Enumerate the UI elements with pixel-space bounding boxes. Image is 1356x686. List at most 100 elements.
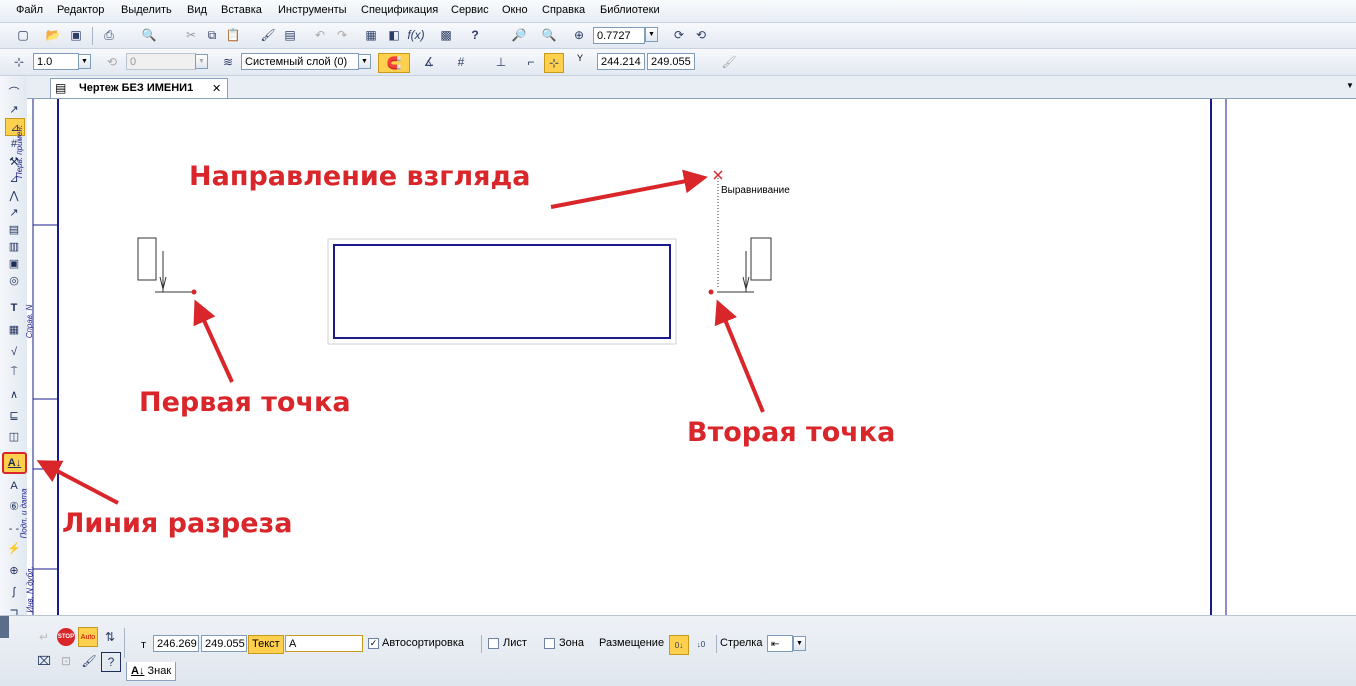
menu-file[interactable]: Файл [16, 4, 43, 16]
undo-icon[interactable]: ↶ [311, 26, 329, 44]
spec-icon[interactable]: ↗ [5, 204, 23, 220]
cursor-y-field[interactable]: 249.055 [647, 53, 695, 70]
leader-icon[interactable]: ∧ [5, 386, 23, 402]
menu-select[interactable]: Выделить [121, 4, 172, 16]
select-icon[interactable]: ⋀ [5, 187, 23, 203]
text-label: Текст [248, 635, 284, 654]
text-tool-icon[interactable]: T [5, 300, 23, 316]
angle-icon: ⟲ [106, 55, 118, 69]
arrow-style-dropdown[interactable]: ▼ [793, 636, 806, 651]
panel-handle[interactable] [0, 616, 9, 638]
menu-window[interactable]: Окно [502, 4, 528, 16]
dimensions-icon[interactable]: ↗ [5, 101, 23, 117]
sort-icon[interactable]: ⇅ [101, 628, 119, 646]
tab-sign[interactable]: А↓ Знак [126, 662, 177, 681]
document-tab[interactable]: ▤ Чертеж БЕЗ ИМЕНИ1 ✕ [50, 78, 228, 98]
zoom-scale-icon[interactable]: ⊕ [570, 26, 588, 44]
zoom-window-icon[interactable]: 🔎 [510, 26, 528, 44]
tab-close-icon[interactable]: ✕ [212, 82, 221, 95]
cursor-x-field[interactable]: 244.214 [597, 53, 645, 70]
spline-icon[interactable]: ∫ [5, 584, 23, 600]
wave-line-icon[interactable]: ⚡ [5, 540, 23, 556]
paste-icon[interactable]: 📋 [224, 26, 242, 44]
new-document-icon[interactable]: ▢ [14, 26, 32, 44]
round-icon[interactable]: ⌐ [522, 53, 540, 71]
insert-icon[interactable]: ▥ [5, 238, 23, 254]
arrow-style-select[interactable]: ⇤ [767, 635, 793, 652]
properties-icon[interactable]: ▤ [281, 26, 299, 44]
print-icon[interactable]: ⎙ [100, 26, 118, 44]
position-leader-icon[interactable]: ⊑ [5, 407, 23, 423]
annotation-second-point: Вторая точка [687, 417, 896, 448]
tolerance-icon[interactable]: ◫ [5, 428, 23, 444]
point-y-field[interactable]: 249.055 [201, 635, 247, 652]
menu-specification[interactable]: Спецификация [361, 4, 438, 16]
refresh-icon[interactable]: ⟳ [670, 26, 688, 44]
layers-icon[interactable]: ≋ [219, 53, 237, 71]
menu-help[interactable]: Справка [542, 4, 585, 16]
zoom-input[interactable]: 0.7727 [593, 27, 645, 44]
cursor-snap-icon[interactable]: ⊹ [544, 53, 564, 73]
section-mark-right-box [750, 237, 772, 281]
text-input[interactable]: А [285, 635, 363, 652]
zoom-all-icon[interactable]: 🔍 [540, 26, 558, 44]
tab-scroll-icon[interactable]: ▼ [1346, 81, 1354, 90]
menu-editor[interactable]: Редактор [57, 4, 104, 16]
zoom-dropdown[interactable]: ▼ [645, 27, 658, 42]
stop-icon[interactable]: STOP [57, 628, 75, 646]
grid-icon[interactable]: # [452, 53, 470, 71]
format-painter-icon[interactable]: 🖌 [259, 26, 277, 44]
sheet-label: Лист [503, 637, 527, 649]
frame-select-icon[interactable]: ⊡ [57, 652, 75, 670]
line-scale-input[interactable]: 1.0 [33, 53, 79, 70]
view-icon[interactable]: ◎ [5, 272, 23, 288]
sheet-checkbox[interactable] [488, 638, 499, 649]
local-cs-icon[interactable]: ⊹ [10, 53, 28, 71]
brush-icon[interactable]: 🖌 [80, 652, 98, 670]
reports-icon[interactable]: ▤ [5, 221, 23, 237]
menu-tools[interactable]: Инструменты [278, 4, 347, 16]
layer-dropdown[interactable]: ▼ [358, 54, 371, 69]
zone-label: Зона [559, 637, 584, 649]
standard-toolbar: ▢ 📂 ▣ ⎙ 🔍 ✂ ⧉ 📋 🖌 ▤ ↶ ↷ ▦ ◧ f(x) ▩ ? 🔎 🔍… [0, 23, 1356, 49]
menu-view[interactable]: Вид [187, 4, 207, 16]
create-object-icon[interactable]: ↵ [35, 628, 53, 646]
second-point-marker [708, 289, 714, 295]
parametric-icon[interactable]: ∡ [420, 53, 438, 71]
base-icon[interactable]: ⍑ [5, 364, 23, 380]
point-x-field[interactable]: 246.269 [153, 635, 199, 652]
manager-icon[interactable]: ▦ [362, 26, 380, 44]
library-icon[interactable]: ◧ [385, 26, 403, 44]
section-line-tool-icon[interactable]: A↓ [2, 452, 27, 474]
line-scale-dropdown[interactable]: ▼ [78, 54, 91, 69]
menu-insert[interactable]: Вставка [221, 4, 262, 16]
variables-icon[interactable]: f(x) [407, 26, 425, 44]
placement-right-icon[interactable]: ↓0 [692, 635, 710, 653]
fragment-icon[interactable]: ▣ [5, 255, 23, 271]
paint-icon[interactable]: 🖌 [720, 53, 738, 71]
fix-point-icon[interactable]: ⌧ [35, 652, 53, 670]
help-pointer-icon[interactable]: ? [466, 26, 484, 44]
roughness-icon[interactable]: √ [5, 344, 23, 360]
redraw-icon[interactable]: ⟲ [692, 26, 710, 44]
cut-icon[interactable]: ✂ [182, 26, 200, 44]
snap-magnet-icon[interactable]: 🧲 [378, 53, 410, 73]
table-tool-icon[interactable]: ▦ [5, 321, 23, 337]
open-icon[interactable]: 📂 [44, 26, 62, 44]
ortho-icon[interactable]: ⊥ [492, 53, 510, 71]
menu-libraries[interactable]: Библиотеки [600, 4, 660, 16]
zone-checkbox[interactable] [544, 638, 555, 649]
redo-icon[interactable]: ↷ [333, 26, 351, 44]
center-mark-icon[interactable]: ⊕ [5, 562, 23, 578]
geometry-icon[interactable]: ⌒ [5, 84, 23, 100]
save-icon[interactable]: ▣ [67, 26, 85, 44]
placement-left-icon[interactable]: 0↓ [669, 635, 689, 655]
autosort-checkbox[interactable]: ✓ [368, 638, 379, 649]
copy-icon[interactable]: ⧉ [203, 26, 221, 44]
calculator-icon[interactable]: ▩ [437, 26, 455, 44]
help-icon[interactable]: ? [101, 652, 121, 672]
preview-icon[interactable]: 🔍 [140, 26, 158, 44]
menu-service[interactable]: Сервис [451, 4, 489, 16]
layer-select[interactable]: Системный слой (0) [241, 53, 359, 70]
auto-create-icon[interactable]: Auto [78, 627, 98, 647]
